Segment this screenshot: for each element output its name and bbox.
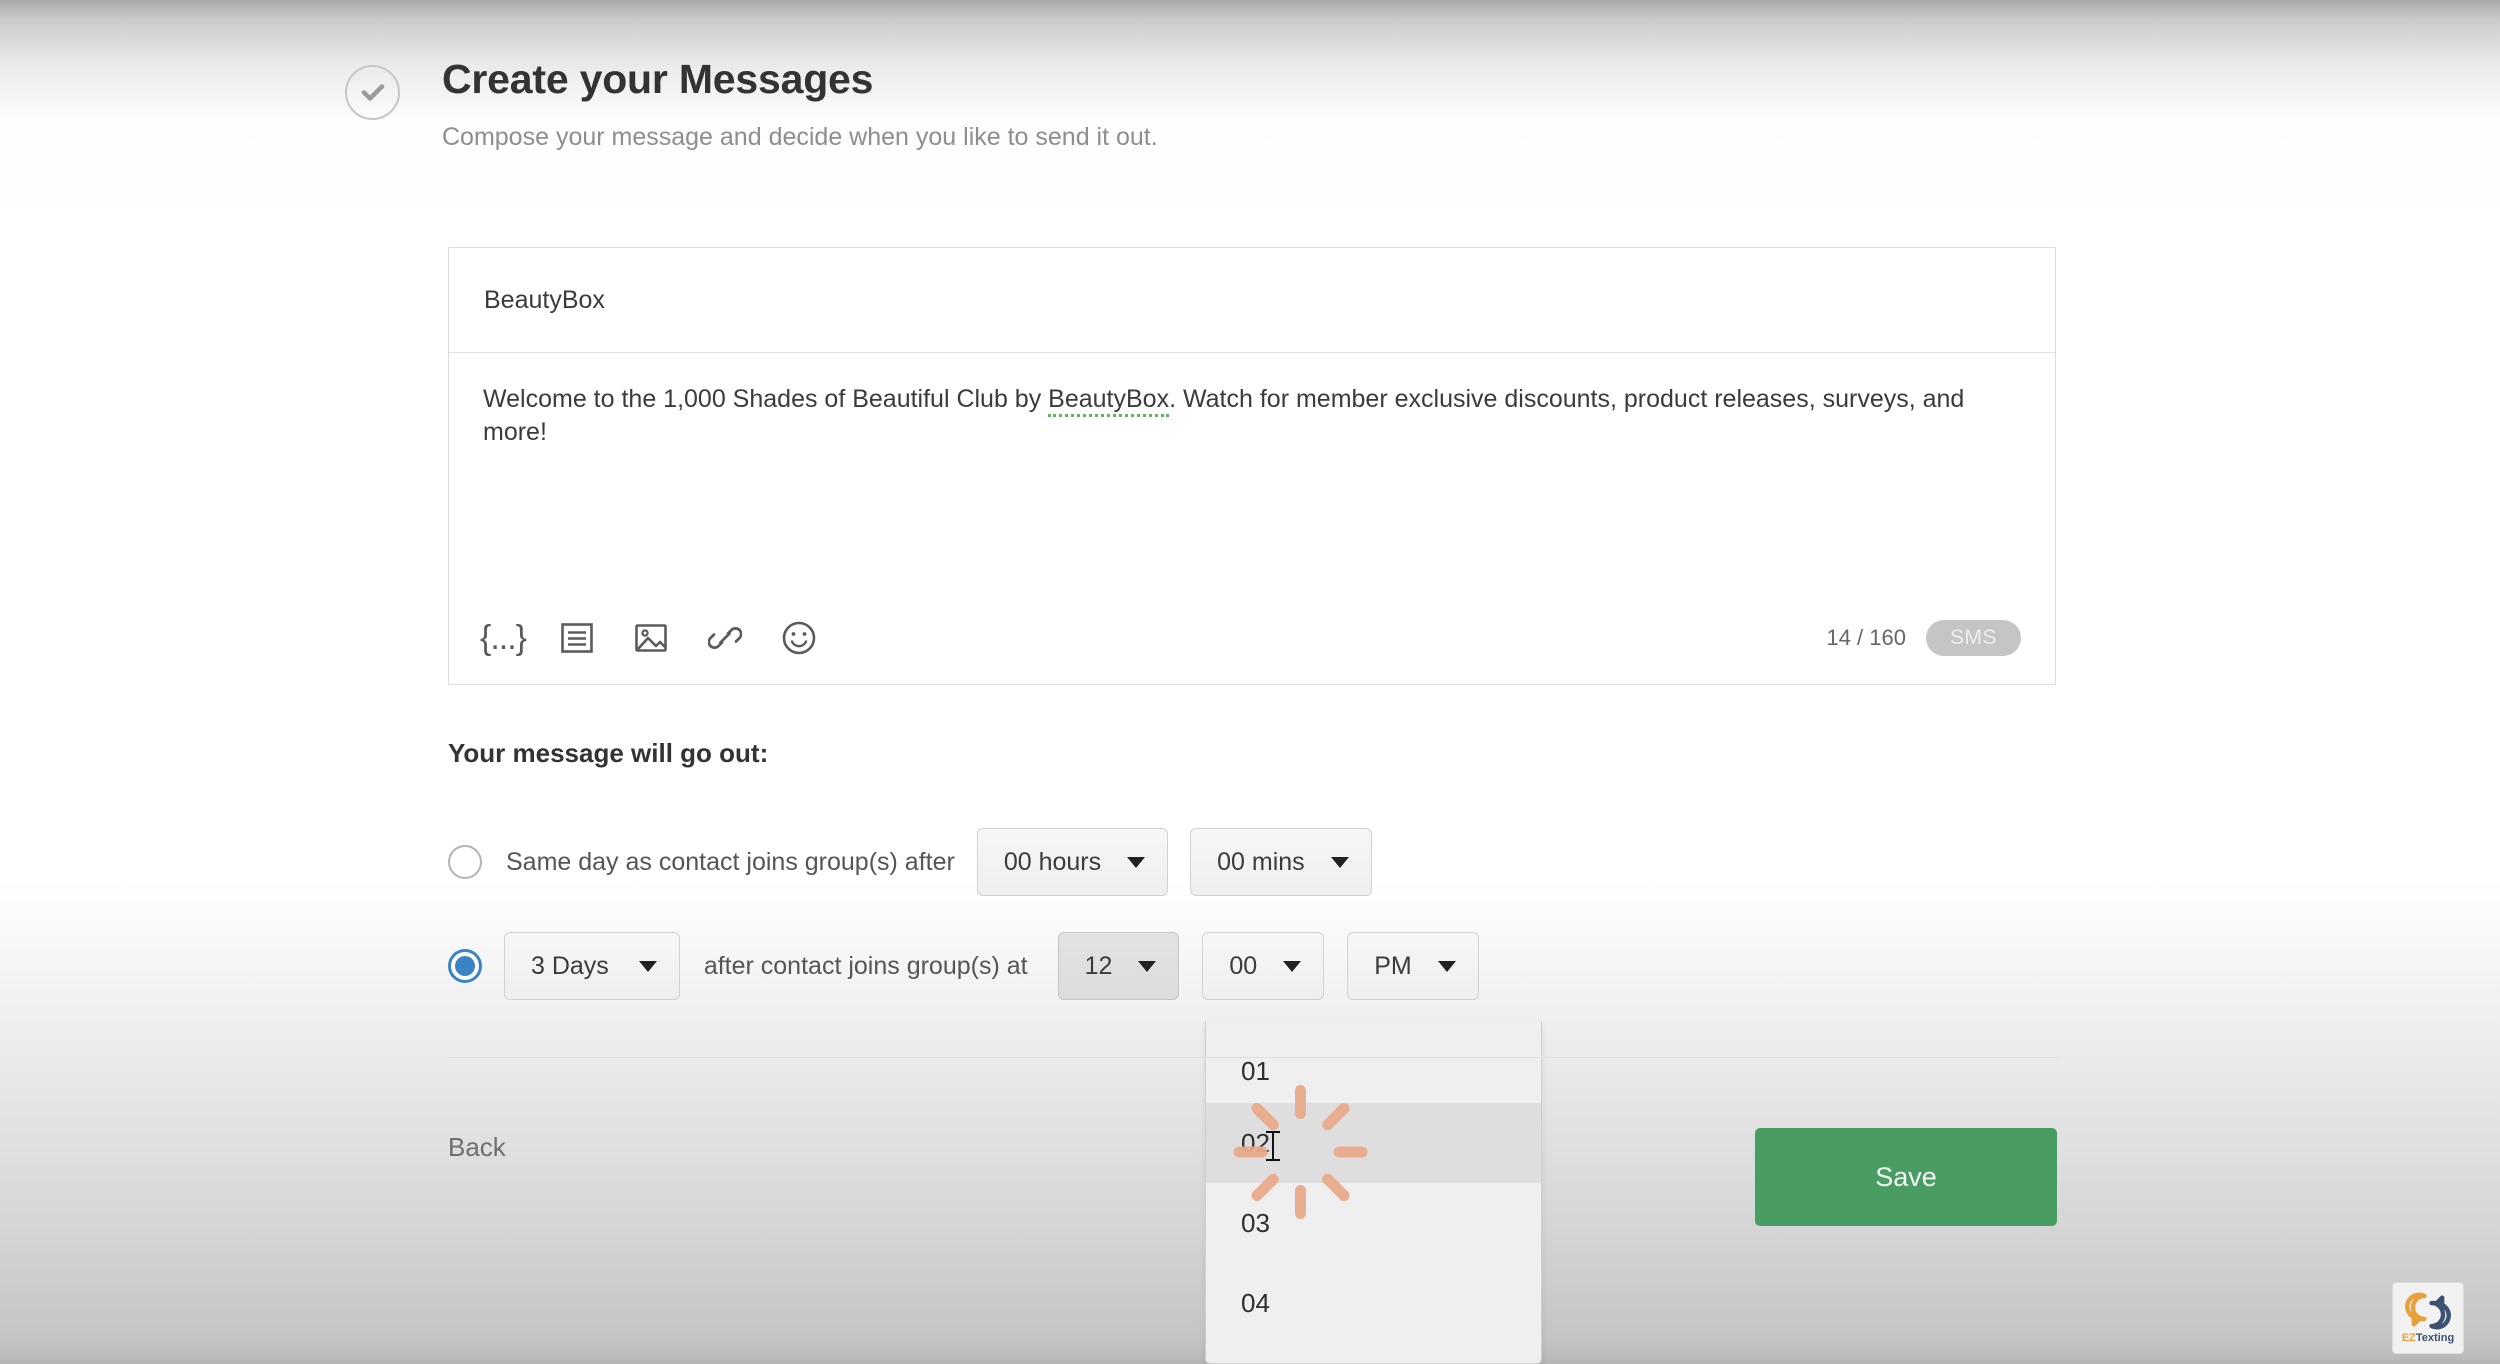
hour-option[interactable]: 04 bbox=[1206, 1263, 1541, 1343]
send-minute-select[interactable]: 00 bbox=[1202, 932, 1325, 1000]
same-day-label: Same day as contact joins group(s) after bbox=[506, 847, 955, 876]
chevron-down-icon bbox=[1138, 960, 1157, 972]
template-icon[interactable] bbox=[557, 618, 597, 658]
logo-texting-text: Texting bbox=[2415, 1332, 2455, 1344]
hour-option[interactable]: 02 bbox=[1206, 1103, 1541, 1183]
page-subtitle: Compose your message and decide when you… bbox=[442, 123, 1158, 152]
chevron-down-icon bbox=[1127, 856, 1146, 868]
minutes-delay-select[interactable]: 00 mins bbox=[1190, 828, 1372, 896]
page-title: Create your Messages bbox=[442, 56, 874, 102]
send-hour-value: 12 bbox=[1084, 951, 1113, 980]
emoji-icon[interactable] bbox=[779, 618, 819, 658]
days-delay-value: 3 Days bbox=[531, 951, 609, 980]
header-text-block: Create your Messages Compose your messag… bbox=[442, 55, 1158, 152]
check-circle-icon bbox=[345, 65, 400, 120]
hour-option[interactable]: 03 bbox=[1206, 1183, 1541, 1263]
message-type-badge: SMS bbox=[1925, 620, 2021, 656]
image-icon[interactable] bbox=[631, 618, 671, 658]
page-header: Create your Messages Compose your messag… bbox=[345, 55, 1158, 152]
page-root: Create your Messages Compose your messag… bbox=[0, 0, 2500, 1364]
spellcheck-word: BeautyBox bbox=[1048, 385, 1170, 417]
eztexting-logo-icon bbox=[2405, 1292, 2451, 1330]
save-button[interactable]: Save bbox=[1755, 1128, 2057, 1226]
subject-input[interactable]: BeautyBox bbox=[449, 248, 2055, 353]
radio-same-day[interactable] bbox=[448, 845, 482, 879]
link-icon[interactable] bbox=[705, 618, 745, 658]
chevron-down-icon bbox=[1283, 960, 1302, 972]
eztexting-logo-text: EZTexting bbox=[2402, 1333, 2454, 1344]
message-body-text: Welcome to the 1,000 Shades of Beautiful… bbox=[483, 383, 2021, 449]
send-hour-select[interactable]: 12 bbox=[1057, 932, 1180, 1000]
send-ampm-select[interactable]: PM bbox=[1347, 932, 1479, 1000]
chevron-down-icon bbox=[638, 960, 657, 972]
days-delay-select[interactable]: 3 Days bbox=[504, 932, 680, 1000]
counter-group: 14 / 160 SMS bbox=[1826, 620, 2021, 656]
body-text-before: Welcome to the 1,000 Shades of Beautiful… bbox=[483, 385, 1049, 413]
send-ampm-value: PM bbox=[1374, 951, 1412, 980]
footer-divider bbox=[448, 1057, 2058, 1058]
logo-ez-text: EZ bbox=[2401, 1332, 2416, 1344]
schedule-option-delayed[interactable]: 3 Days after contact joins group(s) at 1… bbox=[448, 932, 1479, 1000]
chevron-down-icon bbox=[1437, 960, 1456, 972]
merge-field-icon[interactable]: {...} bbox=[479, 618, 527, 658]
back-button[interactable]: Back bbox=[448, 1132, 506, 1163]
message-composer: BeautyBox Welcome to the 1,000 Shades of… bbox=[448, 247, 2056, 685]
hour-dropdown-list[interactable]: 01 02 03 04 bbox=[1205, 1021, 1542, 1364]
chevron-down-icon bbox=[1330, 856, 1349, 868]
hours-delay-value: 00 hours bbox=[1003, 847, 1102, 876]
character-counter: 14 / 160 bbox=[1826, 625, 1906, 650]
subject-value: BeautyBox bbox=[484, 285, 605, 314]
schedule-section-label: Your message will go out: bbox=[448, 738, 769, 768]
hours-delay-select[interactable]: 00 hours bbox=[976, 828, 1169, 896]
send-minute-value: 00 bbox=[1229, 951, 1258, 980]
schedule-option-same-day[interactable]: Same day as contact joins group(s) after… bbox=[448, 828, 1372, 896]
message-body-input[interactable]: Welcome to the 1,000 Shades of Beautiful… bbox=[449, 353, 2055, 449]
hour-option[interactable]: 01 bbox=[1206, 1021, 1541, 1103]
eztexting-logo-widget[interactable]: EZTexting bbox=[2392, 1282, 2464, 1354]
merge-field-glyph: {...} bbox=[479, 619, 527, 657]
toolbar-icon-group: {...} bbox=[479, 618, 819, 658]
radio-delayed-days[interactable] bbox=[448, 949, 482, 983]
delayed-label: after contact joins group(s) at bbox=[703, 951, 1028, 980]
composer-toolbar: {...} 14 / 160 SMS bbox=[449, 592, 2055, 684]
minutes-delay-value: 00 mins bbox=[1217, 847, 1305, 876]
